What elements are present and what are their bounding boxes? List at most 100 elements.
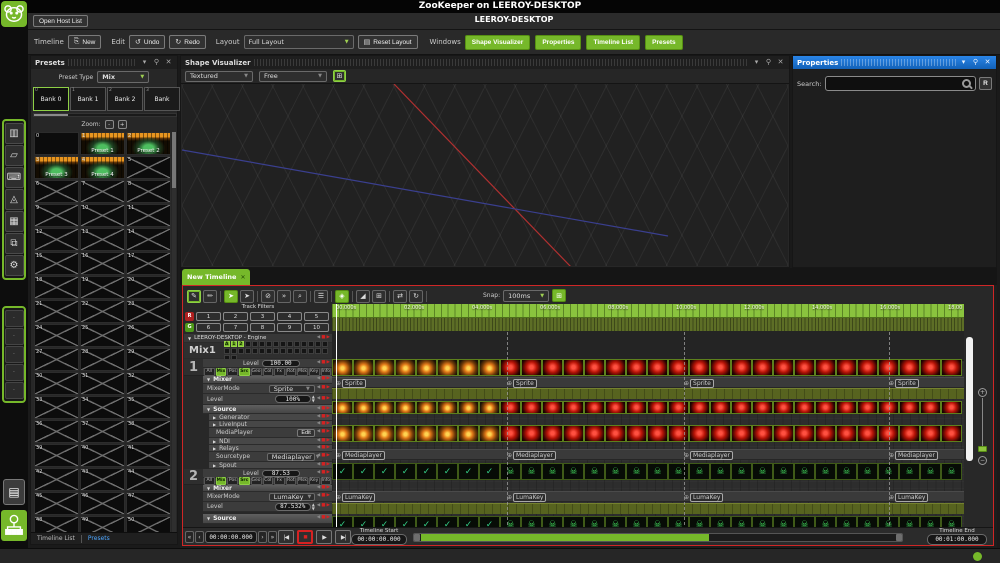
preset-cell-15[interactable]: 15 [34, 252, 79, 275]
clip-frame[interactable] [710, 359, 731, 376]
clip-frame[interactable] [710, 463, 731, 480]
clip-frame[interactable] [941, 359, 962, 376]
clip-frame[interactable] [689, 463, 710, 480]
sourcetype-select[interactable]: Mediaplayer ▼ [266, 452, 320, 461]
layer-2-level-value[interactable]: 87.53 [261, 469, 300, 477]
clip-frame[interactable] [605, 401, 626, 414]
sprite-keyframe-row[interactable]: ⊕ Sprite ⊕ Sprite ⊕ Sprite ⊕ Sprite [332, 377, 964, 388]
clip-frame[interactable] [563, 463, 584, 480]
preset-cell-9[interactable]: 9 [34, 204, 79, 227]
window-button-shape-visualizer[interactable]: Shape Visualizer [464, 34, 531, 50]
clip-frame[interactable] [689, 359, 710, 376]
clip-frame[interactable] [416, 401, 437, 414]
clip-frame[interactable] [563, 425, 584, 442]
keyframe-label[interactable]: Mediaplayer [513, 451, 556, 460]
clip-frame[interactable] [899, 425, 920, 442]
clip-frame[interactable] [395, 425, 416, 442]
param-tab-rot[interactable]: Rot [285, 477, 297, 485]
clip-frame[interactable] [920, 401, 941, 414]
layer-1-mixer-level-value[interactable]: 100% [274, 395, 311, 403]
preset-cell-10[interactable]: 10 [80, 204, 125, 227]
assign-cell[interactable] [244, 347, 251, 354]
assign-cell[interactable] [300, 340, 307, 347]
clip-frame[interactable] [521, 463, 542, 480]
preset-cell-44[interactable]: 44 [126, 468, 171, 491]
hide-icon[interactable]: ⊘ [261, 289, 275, 303]
preset-cell-0[interactable]: 0 [34, 132, 79, 155]
clip-frame[interactable] [458, 425, 479, 442]
pin-icon[interactable]: ⚲ [971, 58, 980, 67]
skip-start-button[interactable]: |◀ [278, 530, 294, 544]
hscroll-left-handle[interactable] [414, 534, 420, 541]
preset-cell-21[interactable]: 21 [34, 300, 79, 323]
preset-cell-28[interactable]: 28 [80, 348, 125, 371]
list-icon[interactable]: ☰ [314, 289, 328, 303]
keyframe[interactable]: ⊕ Mediaplayer [889, 451, 938, 460]
keyframe[interactable]: ⊕ Sprite [336, 379, 366, 388]
keyframe[interactable]: ⊕ Sprite [507, 379, 537, 388]
preset-cell-4[interactable]: 4 Preset 4 [80, 156, 125, 179]
clip-frame[interactable] [563, 359, 584, 376]
clip-frame[interactable] [395, 401, 416, 414]
preset-cell-13[interactable]: 13 [80, 228, 125, 251]
host-network-icon[interactable] [1, 510, 27, 541]
assign-cell[interactable] [293, 340, 300, 347]
gem-icon[interactable]: ◈ [335, 289, 349, 303]
select-icon[interactable]: ➤ [224, 289, 238, 303]
nudge-back-fast-button[interactable]: « [185, 531, 194, 543]
timeline-end-field[interactable]: 00:01:00.000 [927, 534, 987, 545]
close-icon[interactable]: ✕ [164, 58, 173, 67]
assign-cell[interactable] [314, 340, 321, 347]
clip-frame[interactable] [542, 401, 563, 414]
keyframe-label[interactable]: Mediaplayer [342, 451, 385, 460]
clip-frame[interactable] [647, 425, 668, 442]
assign-cell[interactable] [321, 340, 328, 347]
layer-2-clip-strip[interactable] [332, 463, 962, 480]
lumakey-keyframe-row[interactable]: ⊕ LumaKey ⊕ LumaKey ⊕ LumaKey ⊕ LumaKey [332, 491, 964, 502]
panel-menu-icon[interactable]: ▾ [140, 58, 149, 67]
clip-frame[interactable] [479, 359, 500, 376]
keyframe-label[interactable]: Mediaplayer [895, 451, 938, 460]
layer-2-number[interactable]: 2 [184, 469, 203, 485]
snap-select[interactable]: 100ms ▼ [503, 289, 550, 302]
clip-frame[interactable] [731, 425, 752, 442]
clip-frame[interactable] [899, 401, 920, 414]
track-filter-8[interactable]: 8 [250, 323, 275, 332]
clip-frame[interactable] [815, 359, 836, 376]
clip-frame[interactable] [731, 463, 752, 480]
layer-2-mixer-level-value[interactable]: 87.532% [274, 502, 311, 511]
stepper[interactable]: ▲ ▼ [312, 395, 315, 403]
zoom-out-icon[interactable]: − [978, 456, 987, 465]
nudge-fwd-fast-button[interactable]: » [268, 531, 277, 543]
playhead[interactable] [336, 304, 337, 535]
preset-cell-39[interactable]: 39 [34, 444, 79, 467]
param-tab-info[interactable]: Info [320, 367, 332, 376]
new-timeline-button[interactable]: ⎘ New [67, 35, 102, 49]
param-tab-msk[interactable]: Msk [297, 367, 308, 376]
clip-frame[interactable] [773, 401, 794, 414]
screens-icon[interactable]: ▥ [4, 123, 24, 144]
layout-select[interactable]: Full Layout ▼ [243, 35, 354, 49]
clip-frame[interactable] [353, 425, 374, 442]
assign-cell[interactable] [258, 340, 265, 347]
preset-cell-41[interactable]: 41 [126, 444, 171, 467]
preset-cell-27[interactable]: 27 [34, 348, 79, 371]
param-tab-pos[interactable]: Pos [227, 367, 238, 376]
preset-cell-22[interactable]: 22 [80, 300, 125, 323]
preset-cell-11[interactable]: 11 [126, 204, 171, 227]
preset-cell-30[interactable]: 30 [34, 372, 79, 395]
assign-cell[interactable] [307, 340, 314, 347]
filter-key-r[interactable]: R [185, 312, 194, 321]
preset-cell-5[interactable]: 5 [126, 156, 171, 179]
clip-frame[interactable] [605, 463, 626, 480]
clip-frame[interactable] [521, 359, 542, 376]
visualizer-viewport[interactable] [182, 84, 788, 266]
layer-2-mixermode-select[interactable]: LumaKey ▼ [268, 492, 315, 501]
preset-cell-47[interactable]: 47 [126, 492, 171, 515]
preset-type-select[interactable]: Mix ▼ [97, 71, 150, 83]
param-tab-key[interactable]: Key [308, 477, 320, 485]
param-tab-mix[interactable]: Mix [215, 367, 227, 376]
play-button[interactable]: ▶ [316, 530, 332, 544]
clip-boundary[interactable] [507, 332, 508, 535]
pin-icon[interactable]: ⚲ [764, 58, 773, 67]
